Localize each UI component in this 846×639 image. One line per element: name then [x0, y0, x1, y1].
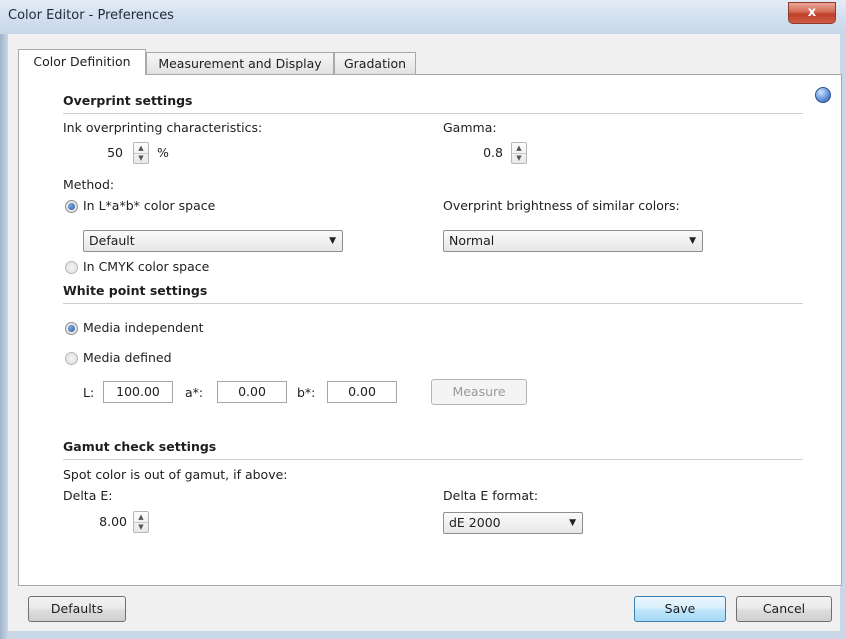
spinner-down-icon[interactable]: ▼ [134, 522, 148, 532]
cancel-button[interactable]: Cancel [736, 596, 832, 622]
b-input[interactable]: 0.00 [327, 381, 397, 403]
chevron-down-icon: ▼ [569, 518, 576, 528]
whitepoint-heading: White point settings [63, 283, 208, 298]
spinner-down-icon[interactable]: ▼ [512, 153, 526, 163]
overprint-heading: Overprint settings [63, 93, 193, 108]
gamma-spinner[interactable]: ▲ ▼ [511, 142, 527, 164]
brightness-label: Overprint brightness of similar colors: [443, 198, 680, 213]
radio-lab-color-space[interactable] [65, 200, 78, 213]
radio-cmyk-label[interactable]: In CMYK color space [83, 259, 209, 274]
tab-panel-color-definition: Overprint settings Ink overprinting char… [18, 74, 842, 586]
window-border [0, 34, 8, 639]
gamut-separator [63, 459, 803, 460]
dialog-window: Color Editor - Preferences x Color Defin… [0, 0, 846, 639]
gamut-note: Spot color is out of gamut, if above: [63, 467, 288, 482]
title-bar[interactable]: Color Editor - Preferences x [0, 0, 846, 34]
radio-media-independent[interactable] [65, 322, 78, 335]
tab-color-definition[interactable]: Color Definition [18, 49, 146, 75]
chevron-down-icon: ▼ [689, 236, 696, 246]
radio-cmyk-color-space[interactable] [65, 261, 78, 274]
b-label: b*: [297, 385, 316, 400]
measure-button[interactable]: Measure [431, 379, 527, 405]
defaults-button[interactable]: Defaults [28, 596, 126, 622]
whitepoint-separator [63, 303, 803, 304]
ink-overprint-input[interactable]: 50 [63, 142, 123, 164]
ink-overprint-spinner[interactable]: ▲ ▼ [133, 142, 149, 164]
radio-media-independent-label[interactable]: Media independent [83, 320, 204, 335]
save-button[interactable]: Save [634, 596, 726, 622]
spinner-down-icon[interactable]: ▼ [134, 153, 148, 163]
close-button[interactable]: x [788, 2, 836, 24]
window-title: Color Editor - Preferences [8, 8, 174, 23]
dialog-client-area: Color Definition Measurement and Display… [8, 34, 842, 631]
ink-overprint-unit: % [157, 145, 169, 160]
method-label: Method: [63, 177, 115, 192]
delta-e-format-select[interactable]: dE 2000 ▼ [443, 512, 583, 534]
delta-e-format-label: Delta E format: [443, 488, 539, 503]
delta-e-spinner[interactable]: ▲ ▼ [133, 511, 149, 533]
overprint-separator [63, 113, 803, 114]
lab-method-value: Default [89, 233, 135, 248]
delta-e-input[interactable]: 8.00 [63, 511, 127, 533]
info-icon[interactable] [815, 87, 831, 103]
a-input[interactable]: 0.00 [217, 381, 287, 403]
ink-overprint-label: Ink overprinting characteristics: [63, 120, 263, 135]
tab-gradation[interactable]: Gradation [334, 52, 416, 74]
tab-measurement-and-display[interactable]: Measurement and Display [146, 52, 334, 74]
delta-e-label: Delta E: [63, 488, 113, 503]
brightness-value: Normal [449, 233, 495, 248]
radio-lab-label[interactable]: In L*a*b* color space [83, 198, 215, 213]
radio-media-defined[interactable] [65, 352, 78, 365]
chevron-down-icon: ▼ [329, 236, 336, 246]
radio-media-defined-label[interactable]: Media defined [83, 350, 172, 365]
l-input[interactable]: 100.00 [103, 381, 173, 403]
gamma-label: Gamma: [443, 120, 497, 135]
a-label: a*: [185, 385, 204, 400]
delta-e-format-value: dE 2000 [449, 515, 501, 530]
lab-method-select[interactable]: Default ▼ [83, 230, 343, 252]
gamut-heading: Gamut check settings [63, 439, 217, 454]
brightness-select[interactable]: Normal ▼ [443, 230, 703, 252]
gamma-input[interactable]: 0.8 [443, 142, 503, 164]
l-label: L: [83, 385, 95, 400]
